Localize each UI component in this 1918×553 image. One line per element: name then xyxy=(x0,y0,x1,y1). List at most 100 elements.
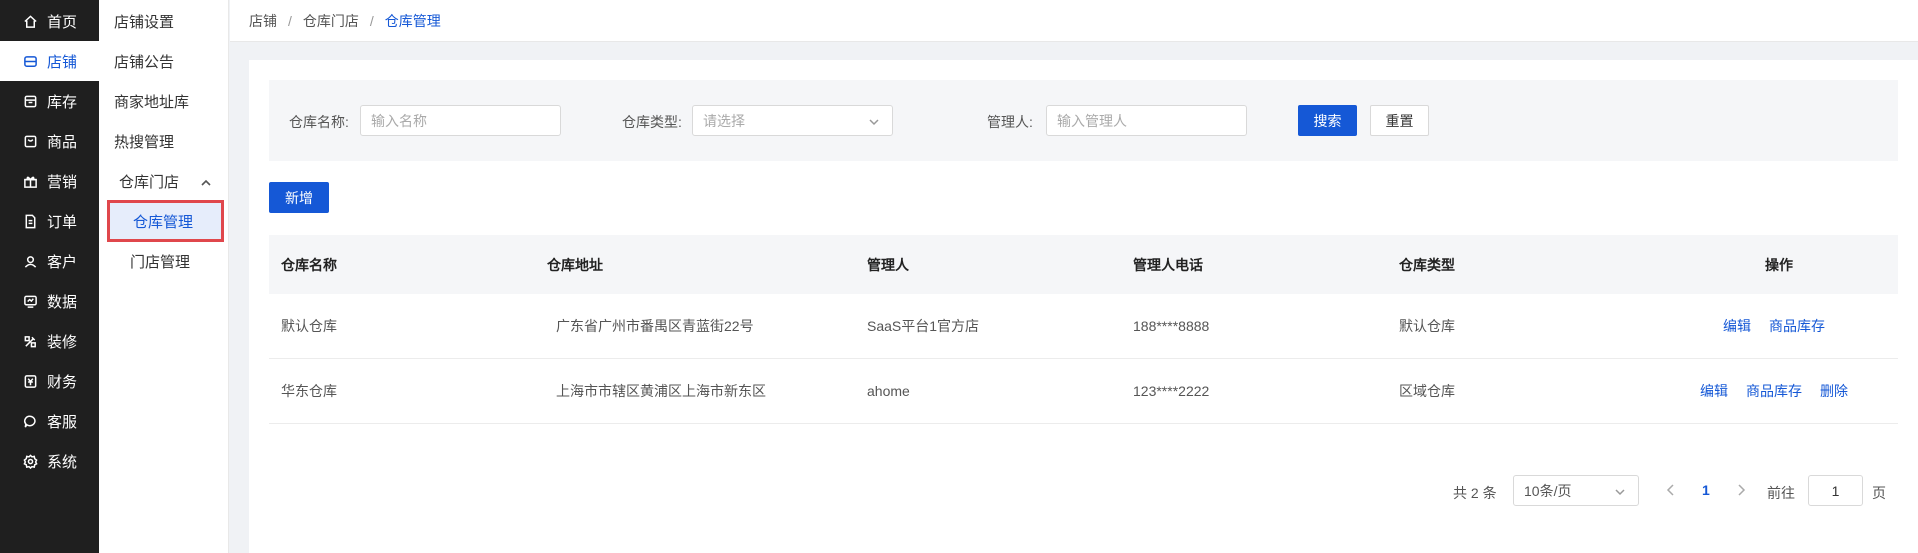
goto-page-input[interactable]: 1 xyxy=(1808,475,1863,506)
store-icon xyxy=(22,53,38,69)
table-row: 华东仓库 上海市市辖区黄浦区上海市新东区 ahome 123****2222 区… xyxy=(269,359,1898,424)
manager-label: 管理人: xyxy=(987,114,1033,130)
nav-item-label: 库存 xyxy=(47,93,78,111)
home-icon xyxy=(22,13,38,29)
nav-item-label: 系统 xyxy=(47,453,78,471)
chevron-down-icon xyxy=(868,115,880,127)
submenu-item-label: 店铺设置 xyxy=(114,13,175,31)
next-page-icon[interactable] xyxy=(1736,483,1748,497)
nav-item-finance[interactable]: 财务 xyxy=(0,361,99,401)
warehouse-type-label: 仓库类型: xyxy=(622,114,682,130)
submenu-item-label: 热搜管理 xyxy=(114,133,175,151)
breadcrumb-separator: / xyxy=(369,12,374,29)
warehouse-type-select[interactable]: 请选择 xyxy=(692,105,893,136)
nav-item-label: 首页 xyxy=(47,13,78,31)
cell-warehouse-name: 华东仓库 xyxy=(281,383,337,399)
submenu-item-label: 商家地址库 xyxy=(114,93,190,111)
nav-item-data[interactable]: 数据 xyxy=(0,281,99,321)
page-suffix-label: 页 xyxy=(1872,485,1886,501)
manager-placeholder: 输入管理人 xyxy=(1057,112,1127,129)
order-icon xyxy=(22,213,38,229)
nav-item-service[interactable]: 客服 xyxy=(0,401,99,441)
cell-warehouse-type: 区域仓库 xyxy=(1399,383,1455,399)
reset-button[interactable]: 重置 xyxy=(1370,105,1429,136)
search-button[interactable]: 搜索 xyxy=(1298,105,1357,136)
submenu-item-label: 仓库管理 xyxy=(133,213,194,231)
nav-item-label: 装修 xyxy=(47,333,78,351)
nav-item-marketing[interactable]: 营销 xyxy=(0,161,99,201)
submenu-item-store-notice[interactable]: 店铺公告 xyxy=(99,41,229,81)
nav-item-store[interactable]: 店铺 xyxy=(0,41,99,81)
nav-item-orders[interactable]: 订单 xyxy=(0,201,99,241)
column-header: 操作 xyxy=(1765,256,1793,273)
submenu-item-label: 门店管理 xyxy=(130,253,191,271)
submenu-item-address-book[interactable]: 商家地址库 xyxy=(99,81,229,121)
table-header: 仓库名称 仓库地址 管理人 管理人电话 仓库类型 操作 xyxy=(269,235,1898,294)
finance-icon xyxy=(22,373,38,389)
chat-icon xyxy=(22,413,38,429)
cell-actions: 编辑 商品库存 删除 xyxy=(1700,381,1866,401)
column-header: 管理人 xyxy=(867,256,909,273)
nav-item-inventory[interactable]: 库存 xyxy=(0,81,99,121)
breadcrumb-separator: / xyxy=(288,12,292,29)
gift-icon xyxy=(22,173,38,189)
warehouse-name-input[interactable]: 输入名称 xyxy=(360,105,561,136)
nav-item-label: 财务 xyxy=(47,373,78,391)
submenu-item-store-management[interactable]: 门店管理 xyxy=(99,241,229,281)
nav-item-label: 商品 xyxy=(47,133,78,151)
nav-item-customers[interactable]: 客户 xyxy=(0,241,99,281)
warehouse-type-placeholder: 请选择 xyxy=(703,112,745,129)
goods-icon xyxy=(22,133,38,149)
column-header: 仓库类型 xyxy=(1399,256,1455,273)
submenu-item-label: 店铺公告 xyxy=(114,53,175,71)
goods-stock-link[interactable]: 商品库存 xyxy=(1769,318,1825,334)
page-size-select[interactable]: 10条/页 xyxy=(1513,475,1639,506)
goto-label: 前往 xyxy=(1767,485,1795,501)
submenu-item-hot-search[interactable]: 热搜管理 xyxy=(99,121,229,161)
nav-item-decorate[interactable]: 装修 xyxy=(0,321,99,361)
breadcrumb-item-warehouse-store[interactable]: 仓库门店 xyxy=(303,11,359,31)
table-row: 默认仓库 广东省广州市番禺区青蓝街22号 SaaS平台1官方店 188****8… xyxy=(269,294,1898,359)
customer-icon xyxy=(22,253,38,269)
delete-link[interactable]: 删除 xyxy=(1820,383,1848,399)
nav-item-goods[interactable]: 商品 xyxy=(0,121,99,161)
nav-item-label: 营销 xyxy=(47,173,78,191)
cell-warehouse-name: 默认仓库 xyxy=(281,318,337,334)
edit-link[interactable]: 编辑 xyxy=(1723,318,1751,334)
breadcrumb-item-store[interactable]: 店铺 xyxy=(249,11,277,31)
settings-icon xyxy=(22,453,38,469)
filter-panel: 仓库名称: 输入名称 仓库类型: 请选择 管理人: 输入管理人 搜索 重置 xyxy=(269,80,1898,161)
manager-input[interactable]: 输入管理人 xyxy=(1046,105,1247,136)
add-warehouse-button[interactable]: 新增 xyxy=(269,182,329,213)
submenu-item-warehouse-management[interactable]: 仓库管理 xyxy=(107,200,224,242)
main-content: 仓库名称: 输入名称 仓库类型: 请选择 管理人: 输入管理人 搜索 重置 新增… xyxy=(249,60,1918,553)
chevron-up-icon xyxy=(201,175,211,186)
column-header: 仓库名称 xyxy=(281,256,337,273)
nav-item-label: 客服 xyxy=(47,413,78,431)
page-number-current[interactable]: 1 xyxy=(1702,482,1710,498)
breadcrumb: 店铺 / 仓库门店 / 仓库管理 xyxy=(230,0,1918,42)
cell-manager: SaaS平台1官方店 xyxy=(867,318,980,334)
submenu-item-label: 仓库门店 xyxy=(119,173,180,191)
edit-link[interactable]: 编辑 xyxy=(1700,383,1728,399)
decorate-icon xyxy=(22,333,38,349)
cell-manager: ahome xyxy=(867,383,910,399)
pagination-total: 共 2 条 xyxy=(1453,485,1497,501)
column-header: 管理人电话 xyxy=(1133,256,1203,273)
sub-menu: 店铺设置 店铺公告 商家地址库 热搜管理 仓库门店 仓库管理 门店管理 xyxy=(99,0,229,553)
nav-item-label: 数据 xyxy=(47,293,78,311)
submenu-group-warehouse-store[interactable]: 仓库门店 xyxy=(99,161,229,201)
nav-item-label: 客户 xyxy=(47,253,78,271)
goods-stock-link[interactable]: 商品库存 xyxy=(1746,383,1802,399)
cell-warehouse-type: 默认仓库 xyxy=(1399,318,1455,334)
cell-warehouse-address: 上海市市辖区黄浦区上海市新东区 xyxy=(556,383,766,399)
submenu-item-store-settings[interactable]: 店铺设置 xyxy=(99,1,229,41)
warehouse-name-label: 仓库名称: xyxy=(289,114,349,130)
prev-page-icon[interactable] xyxy=(1666,483,1678,497)
main-nav: 首页 店铺 库存 商品 营销 订单 客户 数据 装修 财务 客服 系统 xyxy=(0,0,99,553)
nav-item-system[interactable]: 系统 xyxy=(0,441,99,481)
cell-actions: 编辑 商品库存 xyxy=(1723,316,1843,336)
page-size-value: 10条/页 xyxy=(1524,482,1572,499)
nav-item-home[interactable]: 首页 xyxy=(0,1,99,41)
breadcrumb-item-current: 仓库管理 xyxy=(384,12,441,29)
